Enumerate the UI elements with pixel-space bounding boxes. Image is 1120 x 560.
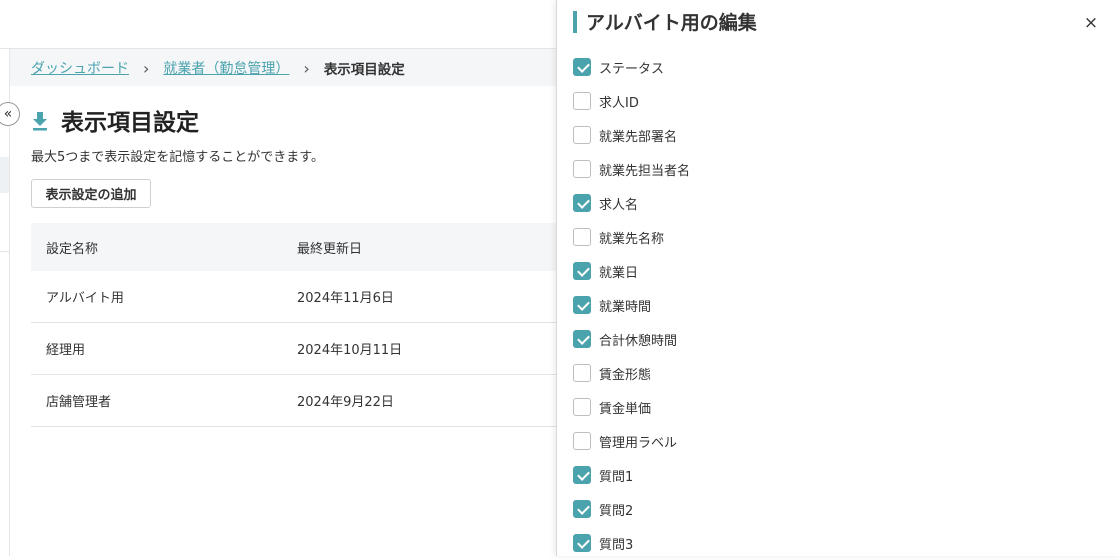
title-accent-bar xyxy=(573,10,577,33)
checkbox-label: ステータス xyxy=(599,61,665,77)
setting-name-cell: 経理用 xyxy=(46,343,86,358)
setting-name-cell: アルバイト用 xyxy=(46,291,124,306)
checkbox-label: 質問3 xyxy=(599,537,634,553)
checkbox-item[interactable]: 合計休憩時間 xyxy=(573,322,690,356)
updated-date-cell: 2024年10月11日 xyxy=(297,343,403,358)
checkbox-item[interactable]: 就業時間 xyxy=(573,288,690,322)
table-row[interactable]: アルバイト用 2024年11月6日 xyxy=(31,271,557,323)
page-description: 最大5つまで表示設定を記憶することができます。 xyxy=(31,150,324,165)
checkbox-item[interactable]: 質問2 xyxy=(573,492,690,526)
chevron-right-icon: › xyxy=(303,58,310,78)
page-title: 表示項目設定 xyxy=(31,103,199,137)
setting-name-cell: 店舗管理者 xyxy=(46,395,112,410)
checkbox-checked[interactable] xyxy=(573,500,591,518)
table-row[interactable]: 店舗管理者 2024年9月22日 xyxy=(31,375,557,427)
updated-date-cell: 2024年9月22日 xyxy=(297,395,394,410)
checkbox-label: 就業先部署名 xyxy=(599,129,678,145)
column-header-updated: 最終更新日 xyxy=(297,241,363,257)
checkbox-checked[interactable] xyxy=(573,534,591,552)
checkbox-item[interactable]: 求人ID xyxy=(573,84,690,118)
sidebar-divider xyxy=(0,251,9,252)
checkbox-checked[interactable] xyxy=(573,58,591,76)
checkbox-item[interactable]: 質問3 xyxy=(573,526,690,560)
checkbox-label: 賃金単価 xyxy=(599,401,652,417)
double-chevron-left-icon: « xyxy=(3,106,13,122)
checkbox-unchecked[interactable] xyxy=(573,126,591,144)
column-checkbox-list: ステータス求人ID 就業先部署名 就業先担当者名 求人名就業先名称就業日就業時間合計休… xyxy=(573,50,690,560)
add-display-setting-button[interactable]: 表示設定の追加 xyxy=(31,179,151,208)
checkbox-item[interactable]: ステータス xyxy=(573,50,690,84)
checkbox-unchecked[interactable] xyxy=(573,92,591,110)
checkbox-checked[interactable] xyxy=(573,194,591,212)
checkbox-checked[interactable] xyxy=(573,262,591,280)
page-title-text: 表示項目設定 xyxy=(61,110,199,136)
checkbox-checked[interactable] xyxy=(573,330,591,348)
checkbox-unchecked[interactable] xyxy=(573,160,591,178)
breadcrumb-workers-link[interactable]: 就業者（勤怠管理） xyxy=(163,58,289,78)
checkbox-item[interactable]: 就業日 xyxy=(573,254,690,288)
checkbox-label: 管理用ラベル xyxy=(599,435,678,451)
checkbox-item[interactable]: 管理用ラベル xyxy=(573,424,690,458)
checkbox-item[interactable]: 就業先部署名 xyxy=(573,118,690,152)
column-header-name: 設定名称 xyxy=(46,241,99,257)
checkbox-item[interactable]: 質問1 xyxy=(573,458,690,492)
checkbox-item[interactable]: 賃金形態 xyxy=(573,356,690,390)
checkbox-label: 就業先担当者名 xyxy=(599,163,691,179)
checkbox-label: 就業先名称 xyxy=(599,231,665,247)
checkbox-label: 就業日 xyxy=(599,265,639,281)
close-icon[interactable]: × xyxy=(1083,12,1099,34)
updated-date-cell: 2024年11月6日 xyxy=(297,291,394,306)
download-icon xyxy=(33,112,47,131)
checkbox-label: 求人ID xyxy=(599,95,639,111)
table-header: 設定名称 最終更新日 xyxy=(31,223,557,271)
breadcrumb-dashboard-link[interactable]: ダッシュボード xyxy=(31,58,129,78)
checkbox-checked[interactable] xyxy=(573,296,591,314)
table-row[interactable]: 経理用 2024年10月11日 xyxy=(31,323,557,375)
checkbox-item[interactable]: 就業先名称 xyxy=(573,220,690,254)
checkbox-label: 質問1 xyxy=(599,469,634,485)
edit-drawer: アルバイト用の編集 × ステータス求人ID 就業先部署名 就業先担当者名 求人名就業先… xyxy=(556,0,1120,556)
checkbox-label: 賃金形態 xyxy=(599,367,652,383)
checkbox-label: 合計休憩時間 xyxy=(599,333,678,349)
checkbox-unchecked[interactable] xyxy=(573,364,591,382)
settings-table: 設定名称 最終更新日 アルバイト用 2024年11月6日 経理用 2024年10… xyxy=(31,223,557,427)
chevron-right-icon: › xyxy=(143,58,150,78)
checkbox-item[interactable]: 賃金単価 xyxy=(573,390,690,424)
checkbox-item[interactable]: 求人名 xyxy=(573,186,690,220)
checkbox-unchecked[interactable] xyxy=(573,398,591,416)
sidebar-active-item[interactable] xyxy=(0,157,9,193)
breadcrumb: ダッシュボード › 就業者（勤怠管理） › 表示項目設定 xyxy=(31,58,405,79)
checkbox-unchecked[interactable] xyxy=(573,228,591,246)
checkbox-checked[interactable] xyxy=(573,466,591,484)
checkbox-label: 質問2 xyxy=(599,503,634,519)
drawer-title: アルバイト用の編集 xyxy=(573,8,757,35)
checkbox-label: 求人名 xyxy=(599,197,639,213)
checkbox-item[interactable]: 就業先担当者名 xyxy=(573,152,690,186)
sidebar-collapse-button[interactable]: « xyxy=(0,102,20,126)
checkbox-unchecked[interactable] xyxy=(573,432,591,450)
drawer-title-text: アルバイト用の編集 xyxy=(586,12,757,34)
checkbox-label: 就業時間 xyxy=(599,299,652,315)
breadcrumb-current: 表示項目設定 xyxy=(323,62,405,78)
